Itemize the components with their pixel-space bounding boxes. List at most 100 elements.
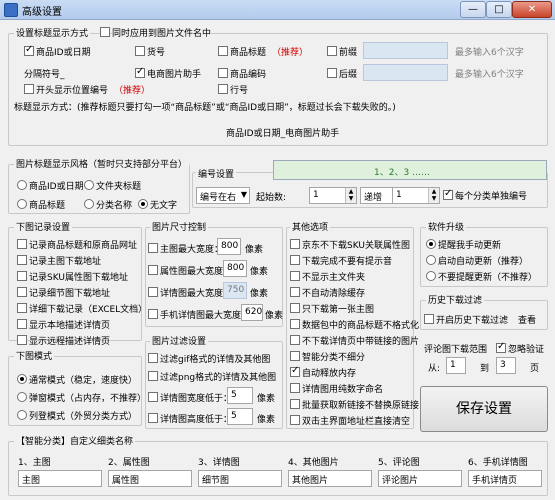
review-range-label: 评论图下载范围 [424, 345, 488, 355]
filter-width-checkbox[interactable] [148, 392, 158, 402]
cb-suffix[interactable] [327, 68, 337, 78]
radio-mode-listing[interactable] [17, 410, 27, 420]
other-4-checkbox[interactable] [290, 287, 300, 297]
other-5-checkbox[interactable] [290, 303, 300, 313]
filter-height-checkbox[interactable] [148, 413, 158, 423]
numbering-group-label: 编号设置 [196, 167, 237, 180]
record-5-checkbox[interactable] [17, 303, 27, 313]
radio-upgrade-auto[interactable] [426, 255, 436, 265]
save-button[interactable]: 保存设置 [420, 386, 548, 432]
other-11-checkbox[interactable] [290, 399, 300, 409]
history-filter-checkbox[interactable] [424, 314, 434, 324]
detail-width-input[interactable]: 750 [223, 282, 247, 299]
smart-4-label: 4、其他图片 [288, 458, 339, 468]
radio-style-folder[interactable] [84, 180, 94, 190]
record-1-checkbox[interactable] [17, 239, 27, 249]
radio-upgrade-never[interactable] [426, 271, 436, 281]
filter-width-input[interactable]: 5 [227, 387, 253, 404]
record-7-checkbox[interactable] [17, 335, 27, 345]
history-view-link[interactable]: 查看 [518, 313, 536, 326]
other-9-checkbox[interactable] [290, 365, 300, 377]
cb-product-id[interactable] [24, 44, 34, 56]
number-position-select[interactable]: 编号在右 ▼ [196, 187, 250, 204]
other-3-checkbox[interactable] [290, 271, 300, 281]
record-2-checkbox[interactable] [17, 255, 27, 265]
detail-width-label: 详情图最大宽度： [160, 289, 233, 299]
other-11-label: 批量获取新链接不替换原链接 [302, 401, 420, 411]
other-10-checkbox[interactable] [290, 383, 300, 393]
mobile-width-checkbox[interactable] [148, 309, 158, 319]
detail-width-checkbox[interactable] [148, 287, 158, 297]
review-from-input[interactable]: 1 [446, 357, 466, 374]
radio-style-category-label: 分类名称 [96, 201, 133, 211]
other-8-label: 智能分类不细分 [302, 353, 366, 363]
filter-png-checkbox[interactable] [148, 371, 158, 381]
review-to-input[interactable]: 3 [496, 357, 516, 374]
other-2-label: 下载完成不要有提示音 [302, 257, 393, 267]
smart-4-input[interactable]: 其他图片 [288, 470, 372, 487]
sku-width-checkbox[interactable] [148, 265, 158, 275]
start-spinner[interactable]: 1 ▲ ▼ [309, 187, 357, 204]
smart-6-input[interactable]: 手机详情页 [468, 470, 542, 487]
sku-width-input[interactable]: 800 [223, 260, 247, 277]
main-width-unit: 像素 [245, 245, 264, 255]
other-8-checkbox[interactable] [290, 351, 300, 361]
title-desc: 标题显示方式：(推荐标题只要打勾一项“商品标题”或“商品ID或日期”，标题过长会… [14, 103, 396, 113]
smart-5-input[interactable]: 评论图片 [378, 470, 462, 487]
mobile-width-label: 手机详情图最大宽度： [160, 311, 251, 321]
close-button[interactable]: ✕ [512, 1, 552, 18]
per-category-checkbox[interactable] [443, 188, 453, 200]
cb-prefix[interactable] [327, 46, 337, 56]
filter-width-label: 详情图宽度低于： [160, 394, 233, 404]
prefix-input[interactable] [363, 42, 448, 59]
suffix-input[interactable] [363, 64, 448, 81]
cb-sku-no[interactable] [135, 46, 145, 56]
records-group-label: 下图记录设置 [14, 220, 73, 233]
cb-assistant[interactable] [135, 66, 145, 78]
cb-product-title[interactable] [218, 46, 228, 56]
ignore-verify-label: 忽略验证 [508, 345, 545, 355]
record-6-checkbox[interactable] [17, 319, 27, 329]
radio-style-category[interactable] [84, 199, 94, 209]
other-4-label: 不自动清除缓存 [302, 289, 366, 299]
record-3-checkbox[interactable] [17, 271, 27, 281]
radio-mode-popup[interactable] [17, 392, 27, 402]
cb-product-code[interactable] [218, 68, 228, 78]
filter-height-input[interactable]: 5 [227, 408, 253, 425]
radio-style-id-label: 商品ID或日期 [29, 182, 84, 192]
other-1-checkbox[interactable] [290, 239, 300, 249]
ignore-verify-checkbox[interactable] [496, 341, 506, 353]
other-12-checkbox[interactable] [290, 415, 300, 425]
radio-mode-normal[interactable] [17, 374, 27, 384]
cb-row-no[interactable] [218, 84, 228, 94]
record-4-checkbox[interactable] [17, 287, 27, 297]
smart-3-input[interactable]: 细节图 [198, 470, 282, 487]
filter-gif-checkbox[interactable] [148, 353, 158, 363]
radio-style-title[interactable] [17, 199, 27, 209]
main-width-input[interactable]: 800 [217, 238, 241, 255]
suffix-hint: 最多输入6个汉字 [455, 70, 524, 80]
record-2-label: 记录主图下载地址 [29, 257, 102, 267]
radio-mode-normal-label: 通常模式（稳定，速度快） [29, 376, 138, 386]
cb-position-number[interactable] [24, 84, 34, 94]
sync-filename-label: 同时应用到图片文件名中 [112, 26, 212, 39]
other-7-checkbox[interactable] [290, 335, 300, 345]
step-spinner[interactable]: 1 ▲ ▼ [392, 187, 440, 204]
filter-width-unit: 像素 [257, 394, 276, 404]
radio-upgrade-manual[interactable] [426, 239, 436, 249]
smart-2-input[interactable]: 属性图 [108, 470, 192, 487]
sync-filename-checkbox[interactable] [100, 27, 110, 37]
mobile-width-input[interactable]: 620 [241, 304, 263, 321]
maximize-button[interactable]: □ [486, 1, 512, 18]
per-category-label: 每个分类单独编号 [455, 192, 528, 202]
minimize-button[interactable]: — [460, 1, 486, 18]
radio-style-id[interactable] [17, 180, 27, 190]
smart-1-input[interactable]: 主图 [18, 470, 102, 487]
radio-style-none[interactable] [138, 199, 148, 209]
mobile-width-unit: 像素 [265, 311, 284, 321]
other-group-label: 其他选项 [290, 220, 331, 233]
main-width-checkbox[interactable] [148, 243, 158, 253]
other-2-checkbox[interactable] [290, 255, 300, 265]
other-6-checkbox[interactable] [290, 319, 300, 329]
prefix-hint: 最多输入6个汉字 [455, 48, 524, 58]
